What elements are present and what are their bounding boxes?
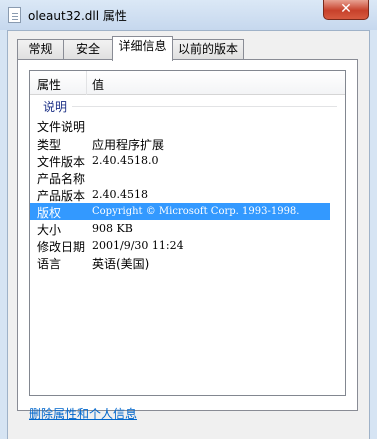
- list-row-product-version[interactable]: 产品版本 2.40.4518: [30, 186, 330, 203]
- list-row-size[interactable]: 大小 908 KB: [30, 220, 330, 237]
- row-property: 产品版本: [37, 189, 86, 203]
- row-value: Copyright © Microsoft Corp. 1993-1998.: [92, 206, 300, 217]
- tab-security[interactable]: 安全: [63, 39, 113, 59]
- list-row-type[interactable]: 类型 应用程序扩展: [30, 135, 330, 152]
- row-property: 产品名称: [37, 172, 86, 186]
- row-value: 908 KB: [92, 222, 133, 235]
- column-divider[interactable]: [86, 71, 87, 95]
- row-value: 2001/9/30 11:24: [92, 239, 184, 252]
- row-property: 大小: [37, 223, 62, 237]
- tab-previous-versions[interactable]: 以前的版本: [172, 39, 244, 59]
- list-header: 属性 值: [30, 71, 345, 95]
- tab-general[interactable]: 常规: [17, 39, 64, 59]
- file-icon: [8, 7, 21, 23]
- window-title: oleaut32.dll 属性: [28, 9, 127, 23]
- row-property: 文件说明: [37, 120, 86, 134]
- row-property: 修改日期: [37, 240, 86, 254]
- row-property: 语言: [37, 257, 62, 271]
- remove-properties-link[interactable]: 删除属性和个人信息: [29, 405, 137, 422]
- row-value: 2.40.4518: [92, 188, 148, 201]
- row-property: 版权: [37, 206, 62, 220]
- row-property: 文件版本: [37, 155, 86, 169]
- title-bar: oleaut32.dll 属性 ✕: [0, 0, 377, 30]
- row-value: 应用程序扩展: [92, 138, 165, 152]
- list-row-copyright[interactable]: 版权 Copyright © Microsoft Corp. 1993-1998…: [30, 203, 330, 220]
- group-divider: [72, 106, 337, 107]
- list-row-file-description[interactable]: 文件说明: [30, 117, 330, 134]
- row-value: 2.40.4518.0: [92, 154, 159, 167]
- list-row-product-name[interactable]: 产品名称: [30, 169, 330, 186]
- row-property: 类型: [37, 138, 62, 152]
- column-header-property[interactable]: 属性: [37, 76, 61, 93]
- tab-details[interactable]: 详细信息: [112, 36, 173, 61]
- column-header-value[interactable]: 值: [92, 76, 104, 93]
- list-row-date-modified[interactable]: 修改日期 2001/9/30 11:24: [30, 237, 330, 254]
- close-button[interactable]: ✕: [323, 0, 369, 20]
- row-value: 英语(美国): [92, 257, 150, 271]
- list-row-language[interactable]: 语言 英语(美国): [30, 254, 330, 271]
- list-row-file-version[interactable]: 文件版本 2.40.4518.0: [30, 152, 330, 169]
- group-header-description: 说明: [43, 100, 68, 114]
